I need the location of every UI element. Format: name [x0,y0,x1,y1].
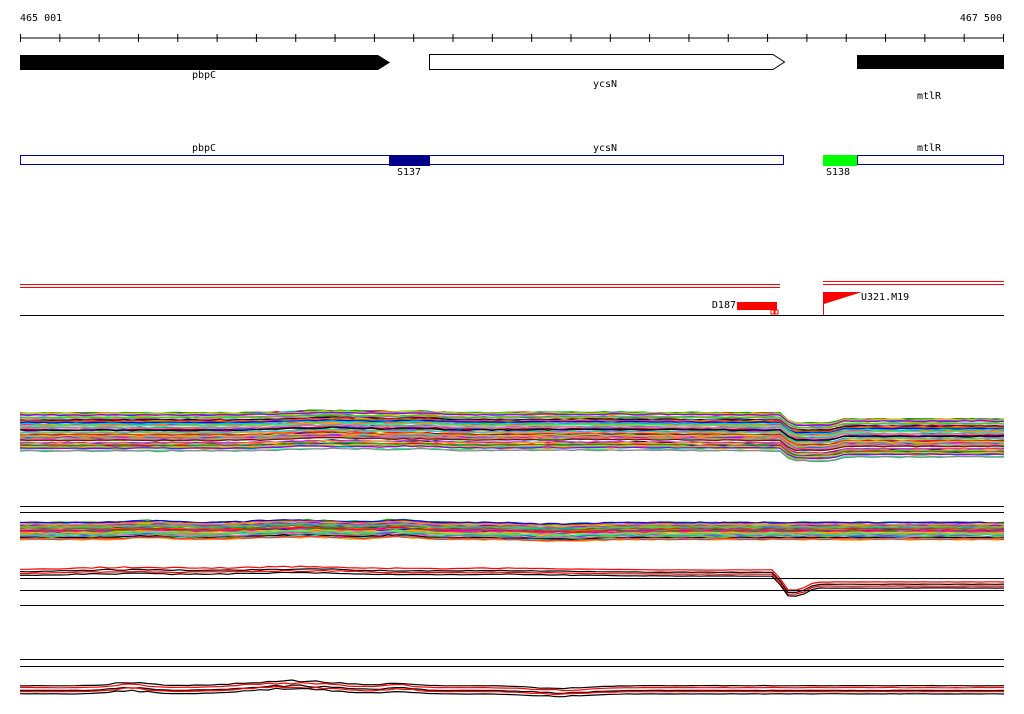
feature-tick-d187-b [774,309,779,315]
expression-track-1 [19,409,1005,463]
gene-arrow-mtlr[interactable] [857,55,1004,69]
expression-track-3 [19,565,1005,597]
track-canvas [19,34,1005,698]
gene-arrow-ycsn[interactable] [429,54,786,70]
feature-bar-d187[interactable] [737,302,777,310]
expression-track-4 [19,679,1005,698]
gene-arrow-pbpc[interactable] [20,55,390,70]
genome-browser-view: 465 001 467 500 pbpC ycsN mtlR pbpC ycsN… [0,0,1024,714]
expression-track-2 [19,518,1005,543]
feature-flag-u321-m19[interactable] [824,292,862,304]
feature-tick-d187-a [770,309,775,315]
